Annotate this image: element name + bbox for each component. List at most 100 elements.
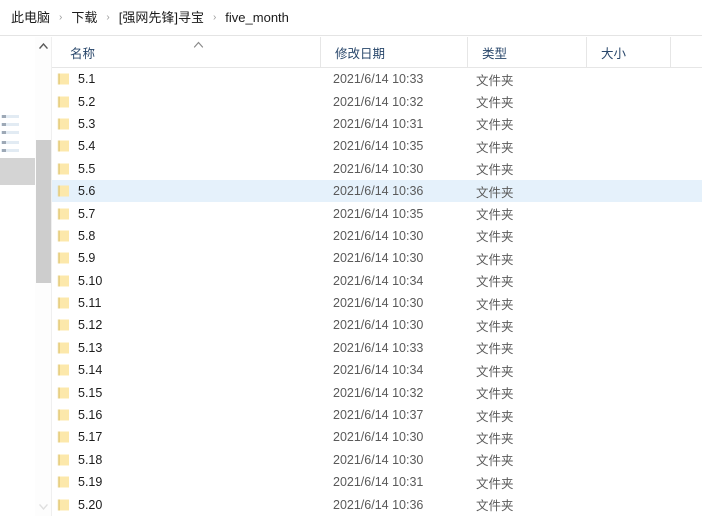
file-row[interactable]: 5.4 2021/6/14 10:35 文件夹: [52, 135, 702, 157]
scrollbar-thumb[interactable]: [36, 140, 51, 283]
file-type-cell: 文件夹: [476, 208, 514, 223]
file-name-cell[interactable]: 5.16: [57, 408, 102, 422]
file-name-label: 5.7: [78, 206, 96, 221]
column-header-date[interactable]: 修改日期: [320, 37, 467, 67]
file-row[interactable]: 5.13 2021/6/14 10:33 文件夹: [52, 337, 702, 359]
column-header-spacer: [670, 37, 702, 67]
file-type-cell: 文件夹: [476, 319, 514, 334]
address-bar[interactable]: 此电脑 › 下载 › [强网先锋]寻宝 › five_month: [0, 0, 702, 36]
folder-icon: [57, 297, 69, 309]
file-name-cell[interactable]: 5.9: [57, 251, 95, 265]
file-name-label: 5.8: [78, 228, 96, 243]
breadcrumb-separator-icon: ›: [59, 11, 63, 23]
file-date-cell: 2021/6/14 10:30: [333, 296, 424, 311]
file-name-label: 5.1: [78, 72, 96, 87]
file-row[interactable]: 5.20 2021/6/14 10:36 文件夹: [52, 493, 702, 515]
file-name-label: 5.5: [78, 161, 96, 176]
vertical-scrollbar[interactable]: [35, 37, 52, 516]
column-header-size-label: 大小: [601, 46, 627, 61]
folder-icon: [57, 275, 69, 287]
file-name-cell[interactable]: 5.12: [57, 318, 102, 332]
column-header-type-label: 类型: [482, 46, 508, 61]
file-name-cell[interactable]: 5.19: [57, 475, 102, 489]
file-row[interactable]: 5.14 2021/6/14 10:34 文件夹: [52, 359, 702, 381]
folder-icon: [57, 431, 69, 443]
file-name-cell[interactable]: 5.3: [57, 117, 95, 131]
file-row[interactable]: 5.10 2021/6/14 10:34 文件夹: [52, 270, 702, 292]
file-name-cell[interactable]: 5.11: [57, 296, 101, 310]
file-name-cell[interactable]: 5.17: [57, 430, 102, 444]
file-type-cell: 文件夹: [476, 252, 514, 267]
file-row[interactable]: 5.1 2021/6/14 10:33 文件夹: [52, 68, 702, 90]
file-name-cell[interactable]: 5.6: [57, 184, 95, 198]
file-type-cell: 文件夹: [476, 431, 514, 446]
file-date-cell: 2021/6/14 10:37: [333, 408, 424, 423]
chevron-up-icon[interactable]: [35, 37, 51, 55]
file-name-cell[interactable]: 5.2: [57, 95, 95, 109]
file-row[interactable]: 5.7 2021/6/14 10:35 文件夹: [52, 202, 702, 224]
file-name-cell[interactable]: 5.14: [57, 363, 102, 377]
breadcrumb-separator-icon: ›: [212, 11, 217, 23]
file-row[interactable]: 5.8 2021/6/14 10:30 文件夹: [52, 225, 702, 247]
file-type-cell: 文件夹: [476, 476, 514, 491]
file-name-label: 5.20: [78, 497, 103, 512]
column-header-name-label: 名称: [70, 46, 96, 61]
file-name-cell[interactable]: 5.7: [57, 207, 95, 221]
file-row[interactable]: 5.2 2021/6/14 10:32 文件夹: [52, 90, 702, 112]
file-row[interactable]: 5.19 2021/6/14 10:31 文件夹: [52, 471, 702, 493]
file-name-cell[interactable]: 5.13: [57, 341, 102, 355]
folder-icon: [57, 230, 69, 242]
folder-icon: [57, 319, 69, 331]
column-header-type[interactable]: 类型: [467, 37, 586, 67]
file-name-label: 5.10: [78, 273, 103, 288]
breadcrumb-item-1[interactable]: 此电脑: [8, 9, 53, 27]
file-name-label: 5.17: [78, 430, 103, 445]
file-row[interactable]: 5.5 2021/6/14 10:30 文件夹: [52, 158, 702, 180]
file-name-cell[interactable]: 5.15: [57, 386, 102, 400]
navigation-pane[interactable]: [0, 37, 35, 516]
breadcrumb-item-2[interactable]: 下载: [68, 9, 100, 27]
folder-icon: [57, 409, 69, 421]
folder-icon: [57, 208, 69, 220]
column-header-size[interactable]: 大小: [586, 37, 670, 67]
breadcrumb-item-3[interactable]: [强网先锋]寻宝: [116, 9, 207, 27]
file-date-cell: 2021/6/14 10:30: [333, 228, 424, 243]
file-name-cell[interactable]: 5.5: [57, 162, 95, 176]
file-row[interactable]: 5.9 2021/6/14 10:30 文件夹: [52, 247, 702, 269]
folder-icon: [57, 387, 69, 399]
file-row[interactable]: 5.6 2021/6/14 10:36 文件夹: [52, 179, 702, 203]
file-row[interactable]: 5.15 2021/6/14 10:32 文件夹: [52, 381, 702, 403]
folder-icon: [57, 185, 69, 197]
file-name-cell[interactable]: 5.8: [57, 229, 95, 243]
file-row[interactable]: 5.11 2021/6/14 10:30 文件夹: [52, 292, 702, 314]
nav-ghost-glyph: [2, 131, 6, 134]
file-row[interactable]: 5.17 2021/6/14 10:30 文件夹: [52, 426, 702, 448]
file-date-cell: 2021/6/14 10:33: [333, 72, 424, 87]
nav-ghost-glyph: [2, 123, 6, 126]
file-name-cell[interactable]: 5.20: [57, 498, 102, 512]
nav-selected-item[interactable]: [0, 158, 35, 185]
file-row[interactable]: 5.16 2021/6/14 10:37 文件夹: [52, 404, 702, 426]
chevron-down-icon[interactable]: [35, 498, 51, 516]
file-type-cell: 文件夹: [476, 140, 514, 155]
file-row[interactable]: 5.18 2021/6/14 10:30 文件夹: [52, 449, 702, 471]
file-type-cell: 文件夹: [476, 118, 514, 133]
file-name-label: 5.4: [78, 139, 96, 154]
column-header-name[interactable]: 名称: [52, 37, 320, 67]
file-date-cell: 2021/6/14 10:30: [333, 430, 424, 445]
file-name-cell[interactable]: 5.4: [57, 139, 95, 153]
breadcrumb-item-4[interactable]: five_month: [222, 9, 292, 27]
file-date-cell: 2021/6/14 10:31: [333, 116, 424, 131]
file-date-cell: 2021/6/14 10:34: [333, 273, 424, 288]
file-name-cell[interactable]: 5.18: [57, 453, 102, 467]
file-name-cell[interactable]: 5.1: [57, 72, 95, 86]
file-row[interactable]: 5.12 2021/6/14 10:30 文件夹: [52, 314, 702, 336]
file-date-cell: 2021/6/14 10:32: [333, 94, 424, 109]
file-row[interactable]: 5.3 2021/6/14 10:31 文件夹: [52, 113, 702, 135]
folder-icon: [57, 73, 69, 85]
file-list[interactable]: 5.1 2021/6/14 10:33 文件夹 5.2 2021/6/14 10:32 文…: [52, 68, 702, 516]
file-name-cell[interactable]: 5.10: [57, 274, 102, 288]
file-name-label: 5.13: [78, 340, 103, 355]
file-date-cell: 2021/6/14 10:34: [333, 363, 424, 378]
file-date-cell: 2021/6/14 10:31: [333, 475, 424, 490]
